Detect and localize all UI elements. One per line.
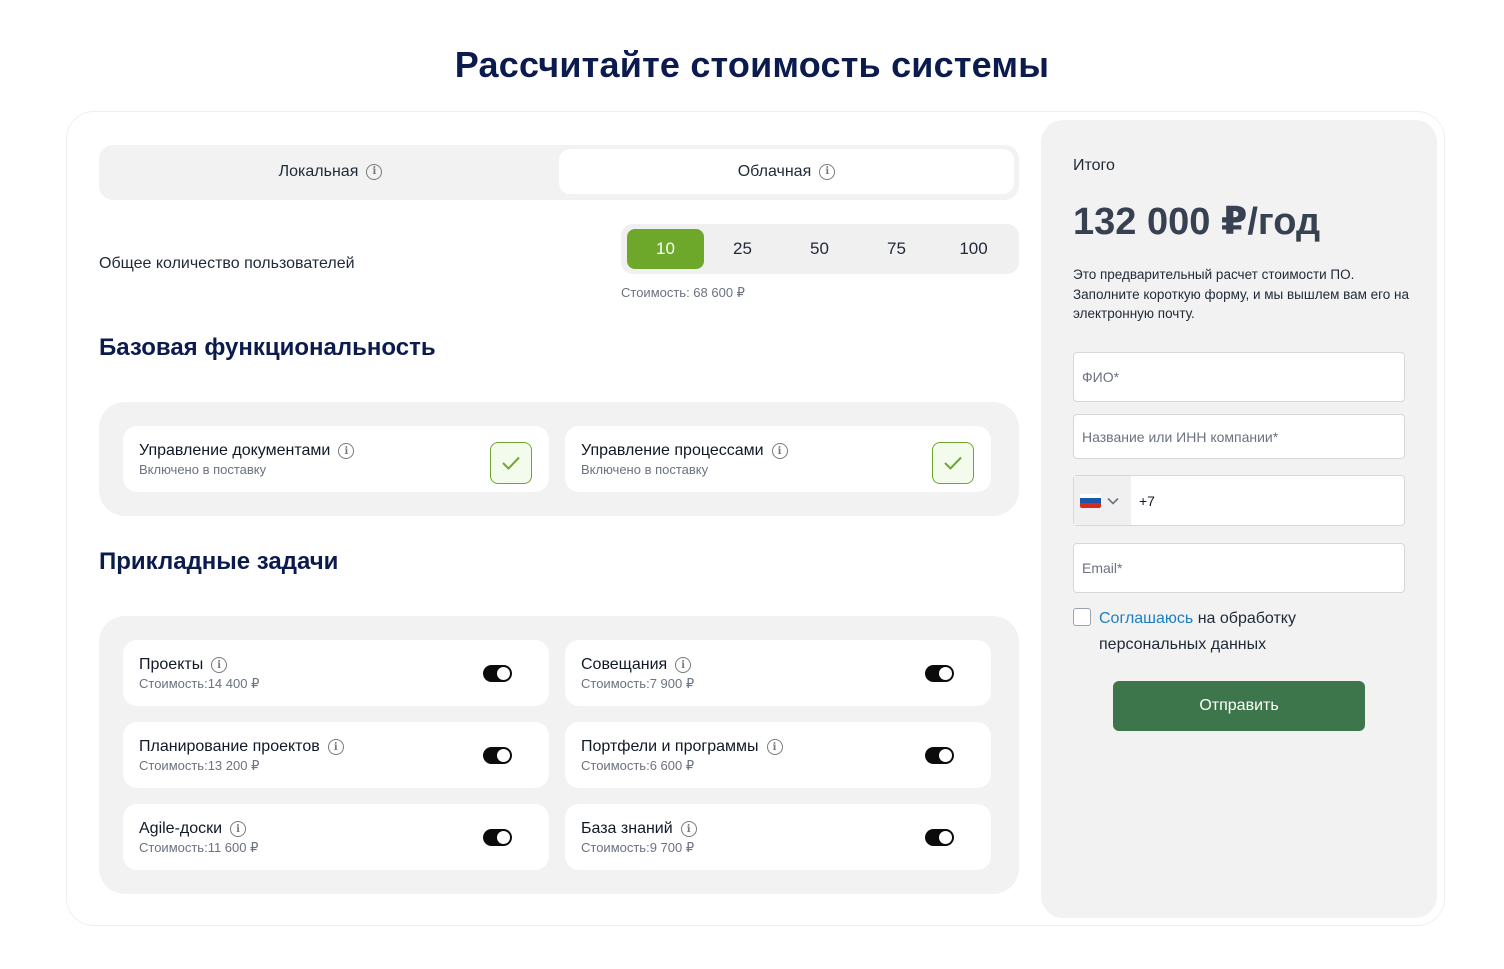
phone-input[interactable] bbox=[1132, 476, 1404, 525]
toggle-switch[interactable] bbox=[483, 829, 512, 846]
base-section-title: Базовая функциональность bbox=[99, 334, 436, 361]
applied-item-portfolios: Портфели и программы i Стоимость:6 600 ₽ bbox=[565, 722, 991, 788]
users-option-75[interactable]: 75 bbox=[858, 229, 935, 269]
info-icon[interactable]: i bbox=[230, 821, 247, 837]
chevron-down-icon bbox=[1107, 497, 1119, 505]
item-label: Планирование проектов bbox=[139, 738, 320, 755]
base-item-processes: Управление процессами i Включено в поста… bbox=[565, 426, 991, 492]
item-status: Включено в поставку bbox=[139, 462, 267, 477]
deployment-option-local[interactable]: Локальная i bbox=[103, 149, 558, 194]
item-cost: Стоимость:14 400 ₽ bbox=[139, 676, 260, 691]
summary-note: Это предварительный расчет стоимости ПО.… bbox=[1073, 267, 1410, 321]
applied-item-agile-boards: Agile-доски i Стоимость:11 600 ₽ bbox=[123, 804, 549, 870]
info-icon[interactable]: i bbox=[338, 443, 355, 459]
country-code-select[interactable] bbox=[1074, 476, 1131, 525]
users-option-25[interactable]: 25 bbox=[704, 229, 781, 269]
submit-button[interactable]: Отправить bbox=[1113, 681, 1365, 731]
consent-link[interactable]: Соглашаюсь bbox=[1099, 610, 1193, 627]
item-cost: Стоимость:9 700 ₽ bbox=[581, 840, 695, 855]
applied-panel: Проекты i Стоимость:14 400 ₽ Совещания i… bbox=[99, 616, 1019, 894]
toggle-switch[interactable] bbox=[483, 747, 512, 764]
check-icon bbox=[490, 442, 532, 484]
users-cost: Стоимость: 68 600 ₽ bbox=[621, 285, 745, 300]
users-option-50[interactable]: 50 bbox=[781, 229, 858, 269]
deployment-option-cloud[interactable]: Облачная i bbox=[559, 149, 1014, 194]
info-icon[interactable]: i bbox=[766, 739, 783, 755]
consent-label: Соглашаюсь на обработку персональных дан… bbox=[1099, 606, 1359, 658]
applied-item-project-planning: Планирование проектов i Стоимость:13 200… bbox=[123, 722, 549, 788]
consent-checkbox[interactable] bbox=[1073, 608, 1091, 626]
company-field[interactable] bbox=[1073, 414, 1405, 459]
toggle-switch[interactable] bbox=[925, 829, 954, 846]
item-label: Управление документами bbox=[139, 442, 331, 459]
item-status: Включено в поставку bbox=[581, 462, 709, 477]
page-title: Рассчитайте стоимость системы bbox=[454, 44, 1050, 85]
item-cost: Стоимость:11 600 ₽ bbox=[139, 840, 259, 855]
check-icon bbox=[932, 442, 974, 484]
info-icon[interactable]: i bbox=[819, 163, 836, 180]
item-cost: Стоимость:13 200 ₽ bbox=[139, 758, 260, 773]
info-icon[interactable]: i bbox=[366, 163, 383, 180]
info-icon[interactable]: i bbox=[675, 657, 692, 673]
item-label: База знаний bbox=[581, 820, 673, 837]
toggle-switch[interactable] bbox=[483, 665, 512, 682]
item-label: Управление процессами bbox=[581, 442, 764, 459]
users-option-10[interactable]: 10 bbox=[627, 229, 704, 269]
info-icon[interactable]: i bbox=[327, 739, 344, 755]
item-label: Портфели и программы bbox=[581, 738, 759, 755]
applied-item-knowledge-base: База знаний i Стоимость:9 700 ₽ bbox=[565, 804, 991, 870]
deployment-option-cloud-label: Облачная bbox=[737, 162, 812, 180]
name-field[interactable] bbox=[1073, 352, 1405, 402]
summary-label: Итого bbox=[1073, 157, 1115, 174]
info-icon[interactable]: i bbox=[211, 657, 228, 673]
base-item-documents: Управление документами i Включено в пост… bbox=[123, 426, 549, 492]
item-cost: Стоимость:7 900 ₽ bbox=[581, 676, 695, 691]
item-cost: Стоимость:6 600 ₽ bbox=[581, 758, 695, 773]
summary-total: 132 000 ₽/год bbox=[1073, 201, 1321, 243]
deployment-switch: Локальная i Облачная i bbox=[99, 145, 1019, 200]
toggle-switch[interactable] bbox=[925, 665, 954, 682]
applied-section-title: Прикладные задачи bbox=[99, 548, 339, 575]
applied-item-projects: Проекты i Стоимость:14 400 ₽ bbox=[123, 640, 549, 706]
users-option-100[interactable]: 100 bbox=[935, 229, 1012, 269]
applied-item-meetings: Совещания i Стоимость:7 900 ₽ bbox=[565, 640, 991, 706]
item-label: Agile-доски bbox=[139, 820, 223, 837]
users-count-selector: 10 25 50 75 100 bbox=[621, 224, 1019, 274]
toggle-switch[interactable] bbox=[925, 747, 954, 764]
info-icon[interactable]: i bbox=[771, 443, 788, 459]
base-panel: Управление документами i Включено в пост… bbox=[99, 402, 1019, 516]
phone-field bbox=[1073, 475, 1405, 526]
russia-flag-icon bbox=[1080, 493, 1101, 508]
item-label: Совещания bbox=[581, 656, 668, 673]
email-field[interactable] bbox=[1073, 543, 1405, 593]
deployment-option-local-label: Локальная bbox=[278, 162, 359, 180]
users-count-label: Общее количество пользователей bbox=[99, 255, 355, 272]
info-icon[interactable]: i bbox=[680, 821, 697, 837]
item-label: Проекты bbox=[139, 656, 204, 673]
